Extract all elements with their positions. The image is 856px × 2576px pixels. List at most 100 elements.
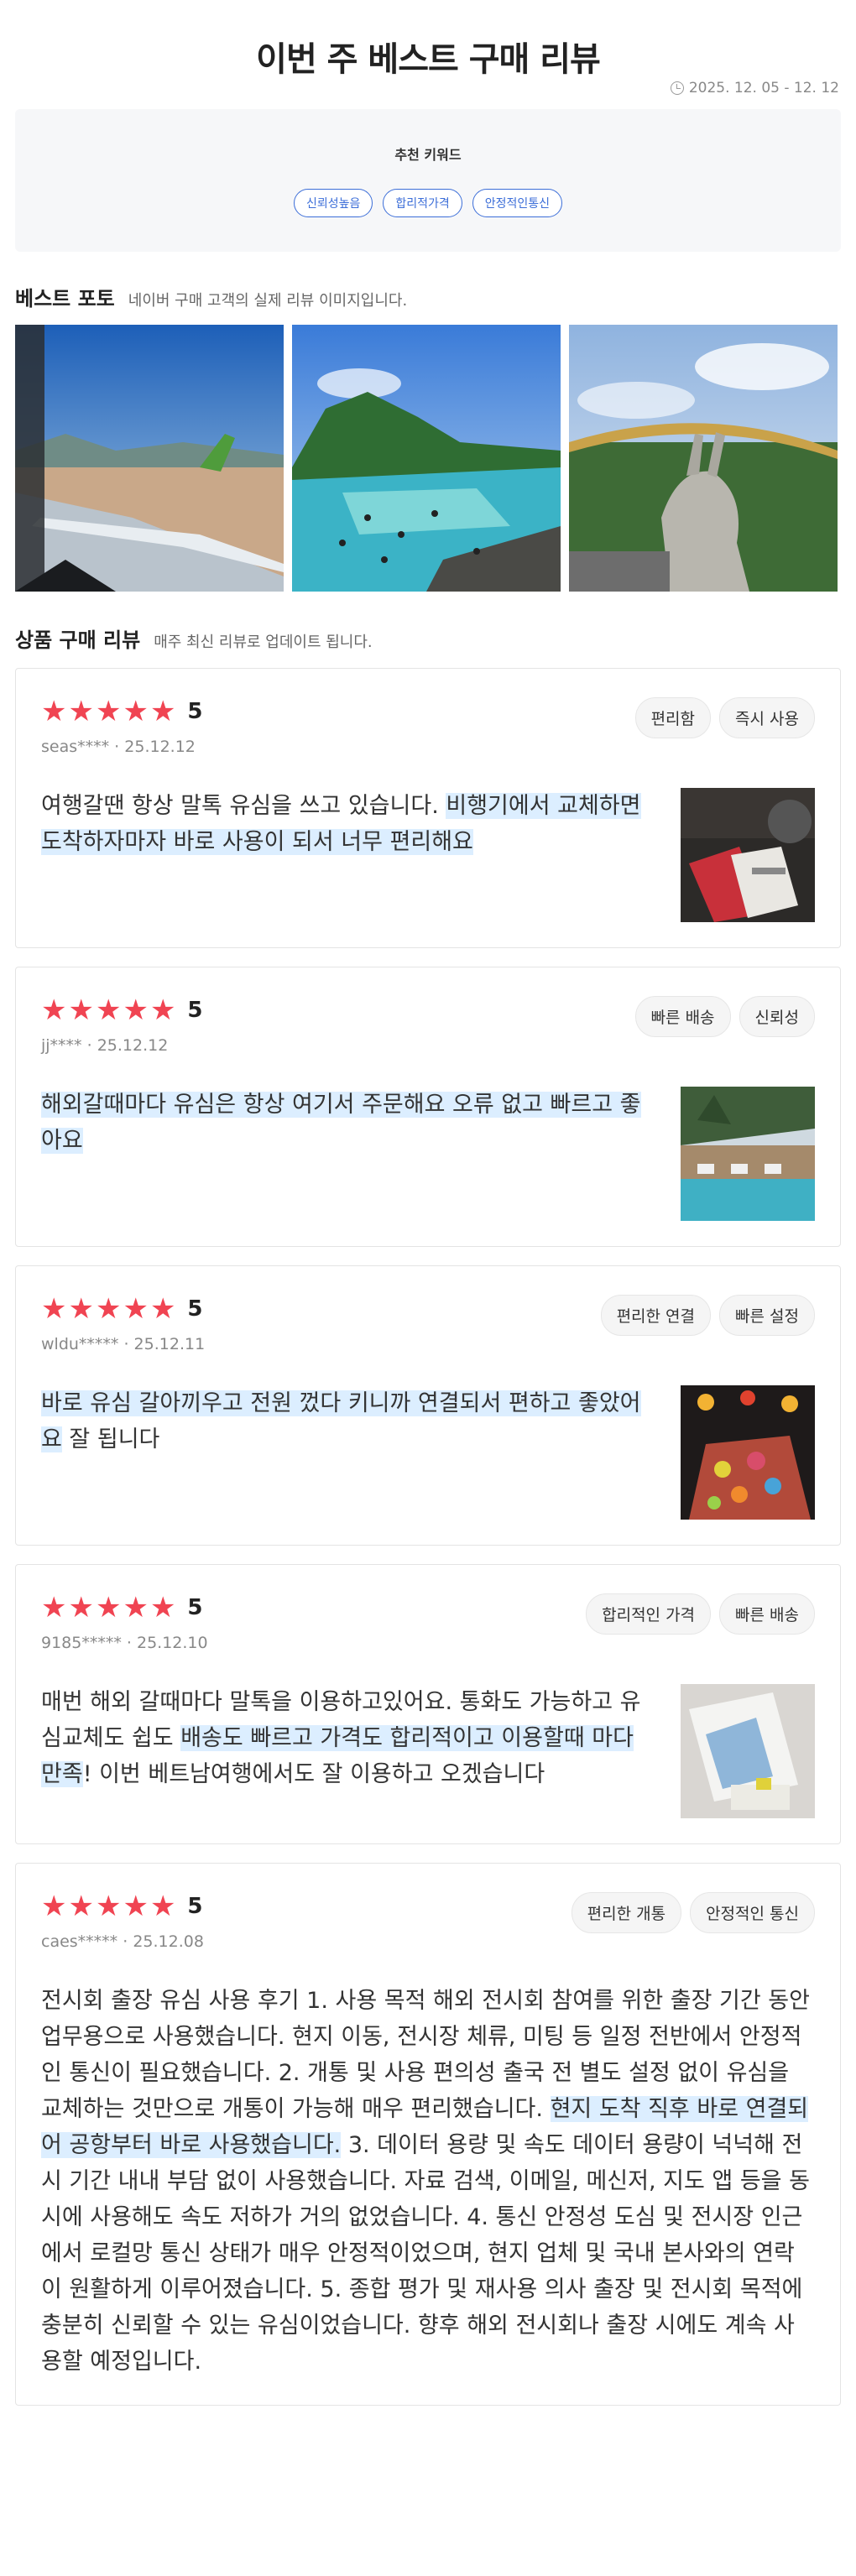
review-card: ★ ★ ★ ★ ★ 5 jj**** · 25.12.12 빠른 배송 신뢰성 해외갈때… — [15, 967, 841, 1247]
review-text-highlight: 해외갈때마다 유심은 항상 여기서 주문해요 오류 없고 빠르고 좋아요 — [41, 1092, 641, 1154]
review-tag: 즉시 사용 — [719, 697, 815, 738]
rating-score: 5 — [187, 1894, 203, 1919]
review-date: 25.12.12 — [97, 1036, 169, 1055]
star-icon: ★ — [68, 695, 94, 728]
best-photo-desc: 네이버 구매 고객의 실제 리뷰 이미지입니다. — [128, 292, 408, 310]
review-section-title: 상품 구매 리뷰 — [15, 628, 141, 652]
review-date: 25.12.12 — [124, 738, 196, 756]
keyword-tag[interactable]: 안정적인통신 — [472, 189, 563, 217]
review-tag: 편리한 개통 — [571, 1892, 682, 1933]
review-tag: 신뢰성 — [739, 996, 815, 1037]
star-icon: ★ — [68, 993, 94, 1027]
review-text-plain: 여행갈땐 항상 말톡 유심을 쓰고 있습니다. — [41, 793, 446, 819]
star-icon: ★ — [149, 695, 176, 728]
review-meta: jj**** · 25.12.12 — [41, 1036, 169, 1055]
keyword-title: 추천 키워드 — [394, 147, 462, 163]
star-icon: ★ — [149, 993, 176, 1027]
review-section: 상품 구매 리뷰 매주 최신 리뷰로 업데이트 됩니다. ★ ★ ★ ★ ★ 5 sea… — [15, 623, 841, 2406]
review-tag: 편리함 — [634, 697, 712, 738]
reviewer-id: wldu***** — [41, 1335, 119, 1353]
star-icon: ★ — [41, 695, 67, 728]
rating-score: 5 — [187, 998, 203, 1023]
star-rating: ★ ★ ★ ★ ★ 5 — [41, 697, 203, 726]
review-tag: 빠른 설정 — [719, 1295, 815, 1336]
star-rating: ★ ★ ★ ★ ★ 5 — [41, 1295, 205, 1323]
best-photo-list — [15, 325, 841, 592]
review-meta: 9185***** · 25.12.10 — [41, 1634, 208, 1652]
review-text: 여행갈땐 항상 말톡 유심을 쓰고 있습니다. 비행기에서 교체하면 도착하자마… — [41, 788, 641, 922]
review-text: 매번 해외 갈때마다 말톡을 이용하고있어요. 통화도 가능하고 유심교체도 쉽… — [41, 1684, 641, 1818]
review-date: 25.12.08 — [133, 1932, 204, 1951]
review-text-plain: ! 이번 베트남여행에서도 잘 이용하고 오겠습니다 — [82, 1761, 545, 1787]
star-icon: ★ — [95, 1292, 122, 1326]
star-icon: ★ — [123, 1591, 149, 1624]
review-tag: 빠른 배송 — [719, 1593, 815, 1635]
review-text: 전시회 출장 유심 사용 후기 1. 사용 목적 해외 전시회 참여를 위한 출… — [41, 1983, 815, 2380]
reviewer-id: 9185***** — [41, 1634, 122, 1652]
review-tag: 합리적인 가격 — [586, 1593, 712, 1635]
review-page: 이번 주 베스트 구매 리뷰 2025. 12. 05 - 12. 12 추천 … — [0, 0, 856, 2576]
rating-score: 5 — [187, 1296, 203, 1322]
star-icon: ★ — [149, 1890, 176, 1923]
star-icon: ★ — [68, 1292, 94, 1326]
reviewer-id: jj**** — [41, 1036, 82, 1055]
review-card: ★ ★ ★ ★ ★ 5 9185***** · 25.12.10 합리적인 가격 빠른 … — [15, 1564, 841, 1844]
reviewer-id: seas**** — [41, 738, 110, 756]
review-text: 바로 유심 갈아끼우고 전원 껐다 키니까 연결되서 편하고 좋았어요 잘 됩니… — [41, 1385, 641, 1520]
star-icon: ★ — [149, 1591, 176, 1624]
review-photo[interactable] — [681, 1385, 815, 1520]
review-tags: 빠른 배송 신뢰성 — [634, 996, 815, 1037]
review-section-desc: 매주 최신 리뷰로 업데이트 됩니다. — [154, 634, 373, 651]
review-photo[interactable] — [681, 788, 815, 922]
star-icon: ★ — [123, 993, 149, 1027]
star-icon: ★ — [123, 1292, 149, 1326]
page-title: 이번 주 베스트 구매 리뷰 — [256, 40, 601, 79]
star-icon: ★ — [95, 695, 122, 728]
photo-beach[interactable] — [292, 325, 561, 592]
review-meta: caes***** · 25.12.08 — [41, 1932, 204, 1951]
review-photo[interactable] — [681, 1684, 815, 1818]
star-rating: ★ ★ ★ ★ ★ 5 — [41, 1892, 204, 1921]
star-icon: ★ — [149, 1292, 176, 1326]
review-tag: 편리한 연결 — [600, 1295, 712, 1336]
best-photo-section: 베스트 포토 네이버 구매 고객의 실제 리뷰 이미지입니다. — [15, 282, 841, 592]
star-icon: ★ — [95, 993, 122, 1027]
review-card: ★ ★ ★ ★ ★ 5 caes***** · 25.12.08 편리한 개통 안정적인… — [15, 1863, 841, 2406]
reviewer-id: caes***** — [41, 1932, 118, 1951]
star-rating: ★ ★ ★ ★ ★ 5 — [41, 1593, 208, 1622]
photo-golden-bridge[interactable] — [569, 325, 838, 592]
star-icon: ★ — [68, 1591, 94, 1624]
keyword-tag[interactable]: 합리적가격 — [383, 189, 462, 217]
star-icon: ★ — [68, 1890, 94, 1923]
review-tag: 빠른 배송 — [634, 996, 731, 1037]
star-icon: ★ — [95, 1591, 122, 1624]
review-text: 해외갈때마다 유심은 항상 여기서 주문해요 오류 없고 빠르고 좋아요 — [41, 1087, 641, 1221]
star-icon: ★ — [41, 1591, 67, 1624]
review-text-plain: 잘 됩니다 — [61, 1426, 160, 1452]
photo-airplane-wing[interactable] — [15, 325, 284, 592]
best-photo-header: 베스트 포토 네이버 구매 고객의 실제 리뷰 이미지입니다. — [15, 282, 841, 311]
star-icon: ★ — [95, 1890, 122, 1923]
review-photo[interactable] — [681, 1087, 815, 1221]
best-photo-title: 베스트 포토 — [15, 287, 115, 310]
star-icon: ★ — [41, 993, 67, 1027]
review-date: 25.12.10 — [136, 1634, 208, 1652]
star-rating: ★ ★ ★ ★ ★ 5 — [41, 996, 203, 1025]
rating-score: 5 — [187, 1595, 203, 1620]
review-list: ★ ★ ★ ★ ★ 5 seas**** · 25.12.12 편리함 즉시 사용 여행… — [15, 668, 841, 2406]
keyword-tag[interactable]: 신뢰성높음 — [293, 189, 373, 217]
review-meta: seas**** · 25.12.12 — [41, 738, 196, 756]
review-tags: 합리적인 가격 빠른 배송 — [586, 1593, 815, 1635]
review-tags: 편리한 연결 빠른 설정 — [600, 1295, 815, 1336]
star-icon: ★ — [123, 695, 149, 728]
review-date: 25.12.11 — [133, 1335, 206, 1353]
star-icon: ★ — [41, 1292, 67, 1326]
star-icon: ★ — [41, 1890, 67, 1923]
review-tag: 안정적인 통신 — [690, 1892, 815, 1933]
review-card: ★ ★ ★ ★ ★ 5 seas**** · 25.12.12 편리함 즉시 사용 여행… — [15, 668, 841, 948]
rating-score: 5 — [187, 699, 203, 724]
keyword-box: 추천 키워드 신뢰성높음 합리적가격 안정적인통신 — [15, 109, 841, 252]
review-meta: wldu***** · 25.12.11 — [41, 1335, 206, 1353]
review-text-plain: 3. 데이터 용량 및 속도 데이터 용량이 넉넉해 전시 기간 내내 부담 없… — [41, 2132, 810, 2375]
star-icon: ★ — [123, 1890, 149, 1923]
